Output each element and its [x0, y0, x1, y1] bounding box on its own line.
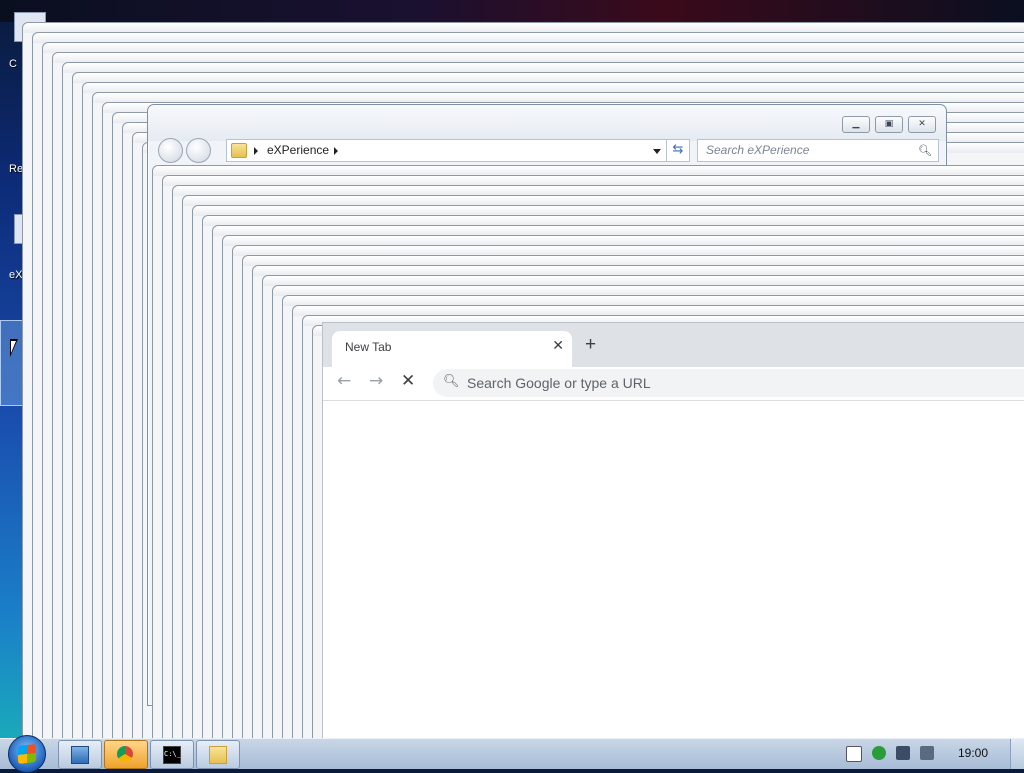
chevron-down-icon[interactable] — [653, 149, 661, 154]
taskbar-control-panel[interactable] — [58, 740, 102, 769]
maximize-button[interactable]: ▣ — [875, 116, 903, 133]
tray-security-icon[interactable] — [872, 746, 886, 760]
taskbar-chrome[interactable] — [104, 740, 148, 769]
omnibox-placeholder: Search Google or type a URL — [467, 375, 651, 391]
tray-volume-muted-icon[interactable] — [920, 746, 934, 760]
back-arrow-icon[interactable]: ← — [337, 371, 351, 391]
search-placeholder: Search eXPerience — [706, 143, 810, 157]
back-button[interactable] — [158, 138, 183, 163]
forward-arrow-icon[interactable]: → — [369, 371, 383, 391]
desktop-icon-label: C — [9, 58, 17, 70]
search-box[interactable]: Search eXPerience 🔍︎ — [697, 139, 939, 162]
chrome-icon — [117, 746, 133, 762]
desktop-top-strip — [0, 0, 1024, 22]
close-button[interactable]: ✕ — [908, 116, 936, 133]
cmd-icon: C:\_ — [163, 746, 181, 764]
address-bar[interactable]: eXPerience — [226, 139, 690, 162]
taskbar-command-prompt[interactable]: C:\_ — [150, 740, 194, 769]
new-tab-button[interactable]: + — [585, 334, 596, 356]
start-button[interactable] — [8, 735, 46, 773]
desktop-icon-label: eX — [9, 269, 23, 281]
search-icon: 🔍︎ — [443, 374, 460, 389]
folder-icon — [231, 143, 247, 158]
tab-title: New Tab — [345, 340, 392, 354]
chevron-right-icon[interactable] — [334, 147, 338, 155]
refresh-button[interactable]: ⇆ — [666, 139, 690, 162]
chevron-right-icon[interactable] — [254, 147, 258, 155]
stop-icon[interactable]: ✕ — [401, 371, 415, 391]
windows-logo-icon — [18, 744, 36, 764]
tray-document-icon[interactable] — [846, 746, 862, 762]
tab-new-tab[interactable]: New Tab ✕ — [332, 331, 572, 367]
chrome-window: New Tab ✕ + ← → ✕ 🔍︎ Search Google or ty… — [322, 322, 1024, 739]
taskbar-clock[interactable]: 19:00 — [958, 746, 988, 760]
mouse-cursor-icon — [10, 339, 18, 357]
tab-strip[interactable]: New Tab ✕ + — [323, 323, 1024, 367]
omnibox[interactable]: 🔍︎ Search Google or type a URL — [433, 369, 1024, 397]
control-panel-icon — [71, 746, 89, 764]
desktop-icon-label: Re — [9, 163, 24, 175]
close-icon[interactable]: ✕ — [552, 338, 564, 354]
explorer-titlebar[interactable] — [148, 105, 946, 141]
minimize-button[interactable]: ▁ — [842, 116, 870, 133]
taskbar-explorer[interactable] — [196, 740, 240, 769]
search-icon[interactable]: 🔍︎ — [918, 144, 932, 157]
chrome-toolbar: ← → ✕ 🔍︎ Search Google or type a URL — [323, 367, 1024, 401]
forward-button[interactable] — [186, 138, 211, 163]
address-path[interactable]: eXPerience — [267, 143, 329, 157]
show-desktop-button[interactable] — [1010, 739, 1024, 769]
folder-icon — [209, 746, 227, 764]
selected-desktop-icon[interactable] — [0, 320, 24, 406]
taskbar: C:\_ 19:00 — [0, 735, 1024, 773]
tray-network-icon[interactable] — [896, 746, 910, 760]
